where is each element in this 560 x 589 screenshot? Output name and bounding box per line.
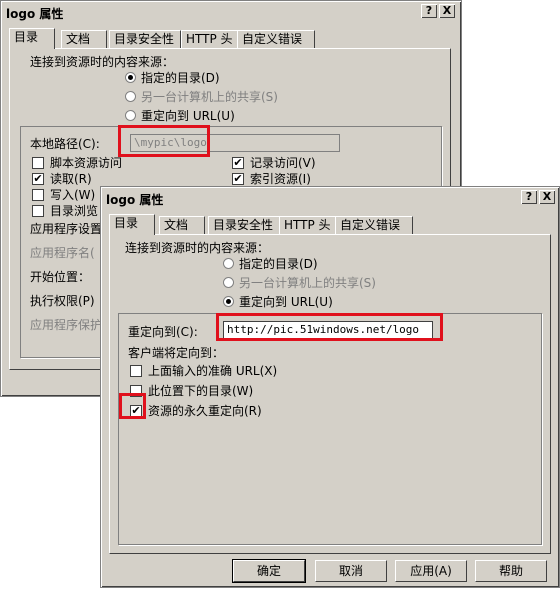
back-exec-perm: 执行权限(P) (30, 294, 95, 308)
back-tab-http[interactable]: HTTP 头 (181, 30, 239, 48)
back-titlebar: logo 属性 ? X (3, 3, 459, 21)
back-check-browse[interactable] (32, 205, 44, 217)
back-check-write[interactable] (32, 189, 44, 201)
back-tab-directory[interactable]: 目录 (9, 28, 55, 49)
front-check-subdir-label: 此位置下的目录(W) (148, 384, 254, 398)
front-tab-security[interactable]: 目录安全性 (208, 216, 280, 234)
back-check-script-label: 脚本资源访问 (50, 156, 123, 170)
back-radio-url-label: 重定向到 URL(U) (141, 109, 235, 123)
front-title: logo 属性 (106, 193, 164, 207)
front-radio-url-label: 重定向到 URL(U) (239, 295, 333, 309)
help-button[interactable]: 帮助 (475, 560, 547, 582)
front-check-exact-label: 上面输入的准确 URL(X) (148, 364, 278, 378)
front-panel: 连接到资源时的内容来源： 指定的目录(D) 另一台计算机上的共享(S) 重定向到… (109, 234, 551, 554)
back-check-read[interactable]: ✔ (32, 173, 44, 185)
apply-button[interactable]: 应用(A) (395, 560, 467, 582)
front-tabs: 目录 文档 目录安全性 HTTP 头 自定义错误 (109, 214, 549, 235)
back-radio-url[interactable] (125, 110, 136, 121)
close-icon[interactable]: X (439, 4, 455, 18)
front-radio-url[interactable] (223, 296, 234, 307)
back-tab-security[interactable]: 目录安全性 (109, 30, 181, 48)
back-app-protect: 应用程序保护 (30, 318, 103, 332)
back-title: logo 属性 (6, 7, 64, 21)
back-check-log[interactable]: ✔ (232, 157, 244, 169)
back-tab-errors[interactable]: 自定义错误 (237, 30, 315, 48)
back-check-index-label: 索引资源(I) (250, 172, 311, 186)
front-redirect-input[interactable]: http://pic.51windows.net/logo (223, 321, 433, 339)
help-icon[interactable]: ? (421, 4, 437, 18)
front-check-permanent-label: 资源的永久重定向(R) (148, 404, 262, 418)
back-radio-local[interactable] (125, 72, 136, 83)
front-source-heading: 连接到资源时的内容来源： (125, 241, 270, 255)
front-redirect-label: 重定向到(C): (128, 325, 198, 339)
front-dialog: logo 属性 ? X 目录 文档 目录安全性 HTTP 头 自定义错误 连接到… (100, 186, 560, 588)
back-check-read-label: 读取(R) (50, 172, 92, 186)
front-radio-share-label: 另一台计算机上的共享(S) (239, 276, 376, 290)
front-radio-local-label: 指定的目录(D) (239, 257, 318, 271)
front-tab-http[interactable]: HTTP 头 (279, 216, 337, 234)
back-check-script[interactable] (32, 157, 44, 169)
front-tab-errors[interactable]: 自定义错误 (335, 216, 413, 234)
back-radio-share-label: 另一台计算机上的共享(S) (141, 90, 278, 104)
front-tab-documents[interactable]: 文档 (159, 216, 205, 234)
front-radio-local[interactable] (223, 258, 234, 269)
back-app-name: 应用程序名( (30, 246, 95, 260)
front-check-permanent[interactable]: ✔ (130, 405, 142, 417)
help-icon[interactable]: ? (521, 190, 537, 204)
back-tabs: 目录 文档 目录安全性 HTTP 头 自定义错误 (9, 28, 449, 49)
front-titlebar: logo 属性 ? X (103, 189, 557, 207)
back-radio-local-label: 指定的目录(D) (141, 71, 220, 85)
back-check-index[interactable]: ✔ (232, 173, 244, 185)
front-tab-directory[interactable]: 目录 (109, 214, 155, 235)
back-check-log-label: 记录访问(V) (250, 156, 316, 170)
front-check-subdir[interactable] (130, 385, 142, 397)
front-check-exact[interactable] (130, 365, 142, 377)
back-check-write-label: 写入(W) (50, 188, 96, 202)
back-radio-share[interactable] (125, 91, 136, 102)
back-check-browse-label: 目录浏览 (50, 204, 99, 218)
back-local-path-label: 本地路径(C): (30, 137, 100, 151)
back-app-settings: 应用程序设置 (30, 222, 103, 236)
ok-button[interactable]: 确定 (232, 559, 306, 583)
back-start-pos: 开始位置： (30, 270, 91, 284)
close-icon[interactable]: X (539, 190, 555, 204)
front-client-heading: 客户端将定向到： (128, 346, 225, 360)
back-source-heading: 连接到资源时的内容来源： (30, 55, 175, 69)
back-tab-documents[interactable]: 文档 (61, 30, 107, 48)
back-local-path-input[interactable]: \mypic\logo (130, 134, 340, 152)
cancel-button[interactable]: 取消 (315, 560, 387, 582)
front-radio-share[interactable] (223, 277, 234, 288)
